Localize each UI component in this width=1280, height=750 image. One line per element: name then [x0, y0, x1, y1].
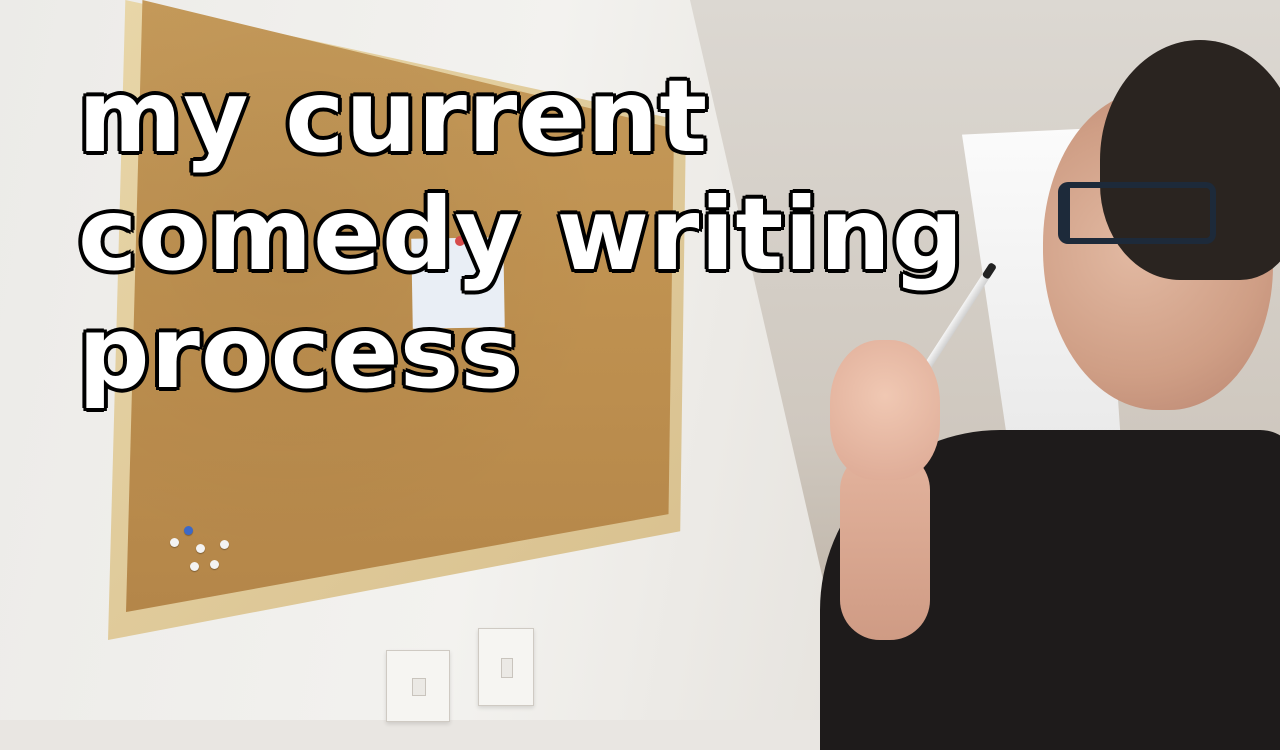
- wall-switch: [386, 650, 450, 722]
- clear-push-pin: [220, 540, 229, 549]
- wall-switch: [478, 628, 534, 706]
- pen-cap: [981, 262, 998, 280]
- clear-push-pin: [210, 560, 219, 569]
- caption-line-3: process: [78, 294, 521, 411]
- push-pins: [168, 522, 238, 592]
- overlay-caption: my current comedy writing process: [78, 58, 978, 412]
- switch-toggle: [500, 657, 514, 679]
- glasses: [1058, 182, 1216, 244]
- caption-line-2: comedy writing: [78, 176, 965, 293]
- clear-push-pin: [170, 538, 179, 547]
- hair: [1100, 40, 1280, 280]
- switch-toggle: [411, 677, 427, 697]
- clear-push-pin: [196, 544, 205, 553]
- caption-line-1: my current: [78, 58, 709, 175]
- blue-push-pin: [184, 526, 193, 535]
- clear-push-pin: [190, 562, 199, 571]
